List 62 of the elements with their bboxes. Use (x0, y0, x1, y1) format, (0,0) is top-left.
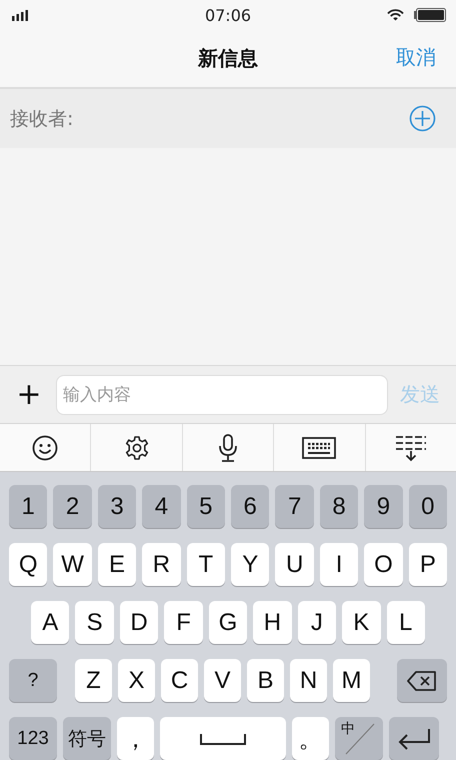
keyboard-key[interactable]: U (275, 543, 314, 586)
backspace-icon (407, 670, 437, 690)
keyboard-key[interactable]: F (164, 601, 203, 644)
message-input[interactable]: 输入内容 (56, 374, 388, 414)
keyboard-key[interactable]: 2 (53, 485, 92, 528)
keyboard-icon[interactable] (302, 436, 336, 458)
space-key[interactable] (160, 717, 286, 760)
keyboard-key[interactable]: 6 (231, 485, 270, 528)
keyboard-key[interactable]: A (31, 601, 70, 644)
keyboard-key[interactable]: 4 (142, 485, 181, 528)
keyboard-key[interactable]: M (333, 659, 370, 702)
microphone-icon[interactable] (217, 434, 240, 462)
keyboard-key[interactable]: 8 (320, 485, 358, 528)
keyboard-key[interactable]: 9 (364, 485, 403, 528)
keyboard-key[interactable]: J (298, 601, 336, 644)
return-icon (397, 728, 431, 750)
keyboard-key[interactable]: B (247, 659, 284, 702)
keyboard-key[interactable]: ， (117, 717, 154, 760)
keyboard-key[interactable]: W (53, 543, 92, 586)
keyboard-key[interactable]: X (118, 659, 155, 702)
backspace-key[interactable] (397, 659, 447, 702)
smiley-icon[interactable] (32, 434, 58, 460)
keyboard-key[interactable]: 5 (186, 485, 226, 528)
space-icon (200, 732, 246, 744)
keyboard-key[interactable]: 符号 (63, 717, 111, 760)
keyboard-key[interactable]: Q (9, 543, 48, 586)
keyboard-key[interactable]: ? (9, 659, 57, 702)
keyboard-key[interactable]: Z (75, 659, 112, 702)
keyboard-key[interactable]: P (408, 543, 448, 586)
keyboard-key[interactable]: 3 (98, 485, 136, 528)
keyboard-key[interactable]: N (290, 659, 327, 702)
keyboard-key[interactable]: S (75, 601, 114, 644)
keyboard-key[interactable]: L (386, 601, 425, 644)
wifi-icon (387, 9, 404, 21)
keyboard-key[interactable]: 0 (408, 485, 448, 528)
return-key[interactable] (389, 717, 439, 760)
keyboard-key[interactable]: C (161, 659, 198, 702)
hide-keyboard-icon[interactable] (394, 434, 427, 462)
status-time: 07:06 (204, 6, 252, 24)
keyboard-key[interactable]: 。 (292, 717, 329, 760)
settings-icon[interactable] (124, 434, 150, 460)
keyboard-key[interactable]: K (342, 601, 380, 644)
keyboard-key[interactable]: I (320, 543, 358, 586)
recipient-label: 接收者: (10, 106, 74, 132)
keyboard-key[interactable]: H (253, 601, 292, 644)
keyboard-key[interactable]: R (142, 543, 181, 586)
keyboard-key[interactable]: D (120, 601, 158, 644)
keyboard-key[interactable]: G (208, 601, 248, 644)
screen-title: 新信息 (198, 45, 258, 72)
keyboard-key[interactable]: E (98, 543, 136, 586)
keyboard-key[interactable]: 1 (9, 485, 48, 528)
add-contact-icon[interactable] (409, 105, 436, 132)
add-button[interactable]: + (14, 380, 44, 410)
keyboard-key[interactable]: Y (231, 543, 270, 586)
language-key[interactable]: 中 (335, 717, 383, 760)
battery-icon (414, 8, 446, 22)
signal-icon (12, 10, 30, 20)
keyboard-key[interactable]: 123 (9, 717, 57, 760)
keyboard-key[interactable]: 7 (275, 485, 314, 528)
keyboard-key[interactable]: O (364, 543, 403, 586)
keyboard-key[interactable]: T (186, 543, 226, 586)
keyboard-key[interactable]: V (204, 659, 241, 702)
